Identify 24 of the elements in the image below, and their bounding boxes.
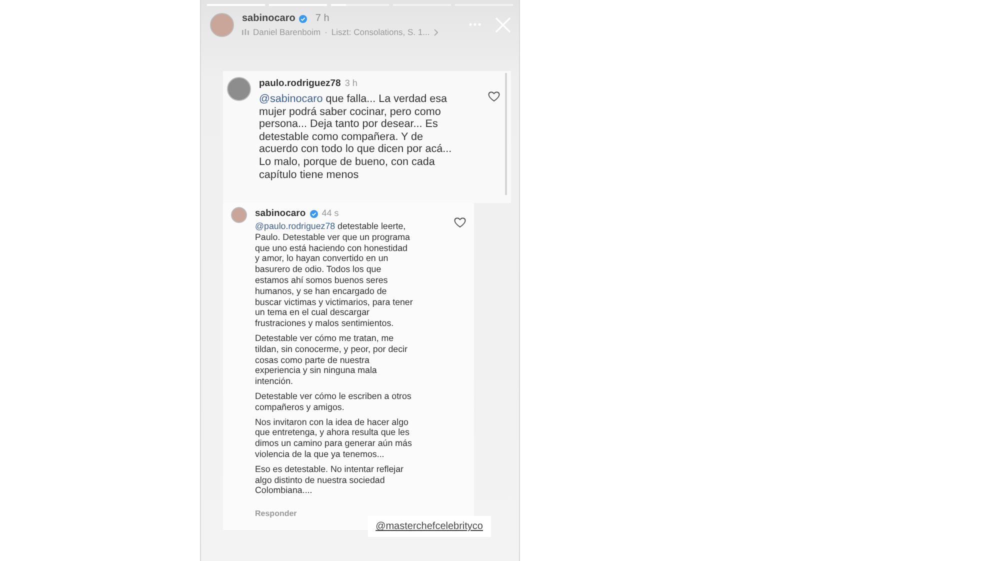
reply-text: @paulo.rodriguez78 detestable leerte, Paulo. Detestable ver que un programa que uno está haciendo con honestidad y amor, lo hayan convertido en un basurero de odio. Todos los que estamos ahí somos buenos seres humanos, y se han encargado de buscar victimas y victimarios, para tener un tema en el cual descargar frustraciones y malos sentimientos. bbox=[255, 221, 413, 329]
username[interactable]: paulo.rodriguez78 bbox=[259, 76, 341, 91]
chevron-right-icon[interactable] bbox=[434, 28, 438, 36]
heart-icon[interactable] bbox=[454, 216, 466, 228]
mention-link[interactable]: @sabinocaro bbox=[259, 93, 323, 105]
username[interactable]: sabinocaro bbox=[255, 206, 306, 221]
heart-icon[interactable] bbox=[488, 90, 500, 102]
reply-text: Detestable ver cómo me tratan, me tildan, sin conocerme, y peor, por decir cosas como parte de nuestra experiencia y sin ninguna mala intención. bbox=[255, 332, 408, 387]
mention-link[interactable]: @paulo.rodriguez78 bbox=[255, 221, 336, 231]
mention-sticker[interactable]: @masterchefcelebrityco bbox=[368, 516, 491, 538]
reply-text: Nos invitaron con la idea de hacer algo que entretenga, y ahora resulta que les dimos un camino para generar aún más violencia de la que ya tenemos... bbox=[255, 416, 413, 460]
comment-text: @sabinocaro que falla... La verdad esa mujer podrá saber cocinar, pero como persona... Deja tanto por desear... Es detestable como compañera. Y de acuerdo con todo lo que dicen por acá... Lo malo, porque de bueno, con cada capítulo tiene menos bbox=[259, 93, 453, 182]
comment-time: 44 s bbox=[322, 207, 339, 220]
avatar bbox=[227, 76, 251, 101]
reply-text: Eso es detestable. No intentar reflejar algo distinto de nuestra sociedad Colombiana.... bbox=[255, 464, 404, 496]
avatar bbox=[210, 12, 234, 37]
comment-time: 3 h bbox=[344, 76, 358, 90]
equalizer-icon bbox=[242, 29, 249, 36]
close-icon[interactable] bbox=[495, 16, 511, 33]
post-time: 7 h bbox=[315, 12, 330, 26]
avatar bbox=[231, 206, 247, 223]
separator: · bbox=[324, 26, 328, 39]
username[interactable]: sabinocaro bbox=[242, 11, 296, 26]
reply-text: Detestable ver cómo le escriben a otros compañeros y amigos. bbox=[255, 390, 412, 413]
